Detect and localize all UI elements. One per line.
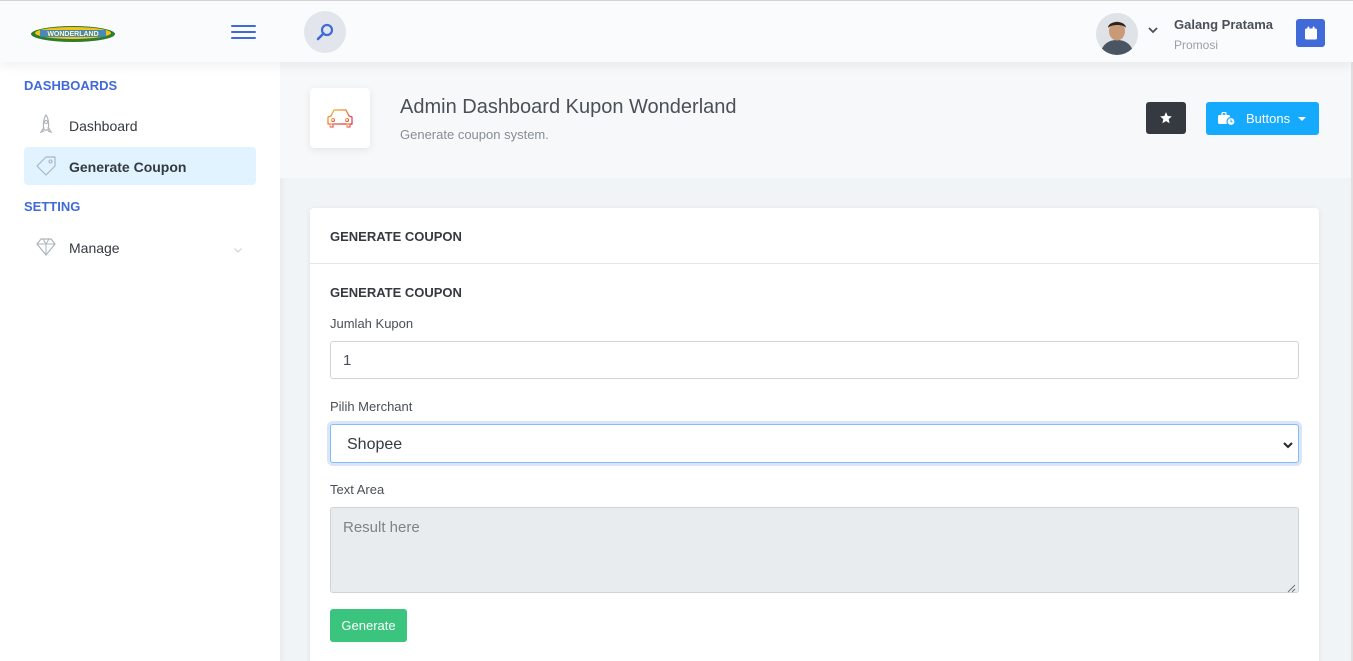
search-icon	[316, 23, 334, 41]
jumlah-kupon-input[interactable]	[330, 341, 1299, 379]
car-icon	[310, 88, 370, 148]
sidebar: DASHBOARDS Dashboard Generate Coupon SET…	[0, 62, 280, 661]
page-title-area: Admin Dashboard Kupon Wonderland Generat…	[280, 62, 1353, 178]
page-subtitle: Generate coupon system.	[400, 127, 549, 142]
user-name: Galang Pratama	[1174, 17, 1273, 32]
generate-coupon-card: GENERATE COUPON GENERATE COUPON Jumlah K…	[310, 208, 1319, 661]
sidebar-heading-setting: SETTING	[24, 199, 81, 214]
merchant-selected-value: Shopee	[347, 436, 403, 453]
text-area-label: Text Area	[330, 482, 385, 497]
page-title: Admin Dashboard Kupon Wonderland	[400, 96, 737, 118]
sidebar-item-label: Generate Coupon	[69, 159, 187, 175]
caret-down-icon	[1298, 117, 1306, 121]
menu-toggle-icon[interactable]	[231, 23, 257, 41]
sidebar-item-manage[interactable]: Manage	[24, 228, 256, 266]
chevron-down-icon[interactable]	[1147, 23, 1159, 35]
avatar[interactable]	[1096, 13, 1138, 55]
business-time-icon	[1218, 111, 1236, 127]
wonderland-logo[interactable]: WONDERLAND	[30, 25, 116, 43]
rocket-icon	[34, 113, 58, 137]
calendar-icon	[1304, 26, 1317, 40]
pilih-merchant-label: Pilih Merchant	[330, 399, 413, 414]
resize-handle-icon[interactable]	[1286, 580, 1296, 593]
merchant-select[interactable]: Shopee	[330, 424, 1299, 463]
buttons-dropdown[interactable]: Buttons	[1206, 102, 1319, 135]
calendar-button[interactable]	[1296, 19, 1325, 47]
jumlah-kupon-label: Jumlah Kupon	[330, 316, 414, 331]
generate-button[interactable]: Generate	[330, 609, 407, 642]
form-title: GENERATE COUPON	[330, 285, 462, 300]
favorite-button[interactable]	[1146, 102, 1186, 134]
card-header: GENERATE COUPON	[310, 208, 1319, 264]
user-role: Promosi	[1174, 38, 1219, 52]
sidebar-item-label: Dashboard	[69, 118, 138, 134]
svg-text:WONDERLAND: WONDERLAND	[47, 31, 98, 38]
diamond-icon	[34, 235, 58, 259]
star-icon	[1160, 112, 1172, 124]
chevron-down-icon	[1282, 438, 1294, 450]
buttons-label: Buttons	[1246, 111, 1291, 126]
sidebar-heading-dashboards: DASHBOARDS	[24, 78, 118, 93]
sidebar-item-generate-coupon[interactable]: Generate Coupon	[24, 147, 256, 185]
search-button[interactable]	[304, 11, 346, 53]
tag-icon	[34, 154, 58, 178]
chevron-down-icon[interactable]	[233, 242, 243, 253]
result-textarea[interactable]: Result here	[330, 507, 1299, 593]
app-header: WONDERLAND Galang Pratama Promosi	[0, 0, 1353, 62]
sidebar-item-label: Manage	[69, 240, 120, 256]
textarea-placeholder: Result here	[343, 519, 420, 536]
sidebar-item-dashboard[interactable]: Dashboard	[24, 106, 256, 144]
card-title: GENERATE COUPON	[330, 229, 462, 244]
